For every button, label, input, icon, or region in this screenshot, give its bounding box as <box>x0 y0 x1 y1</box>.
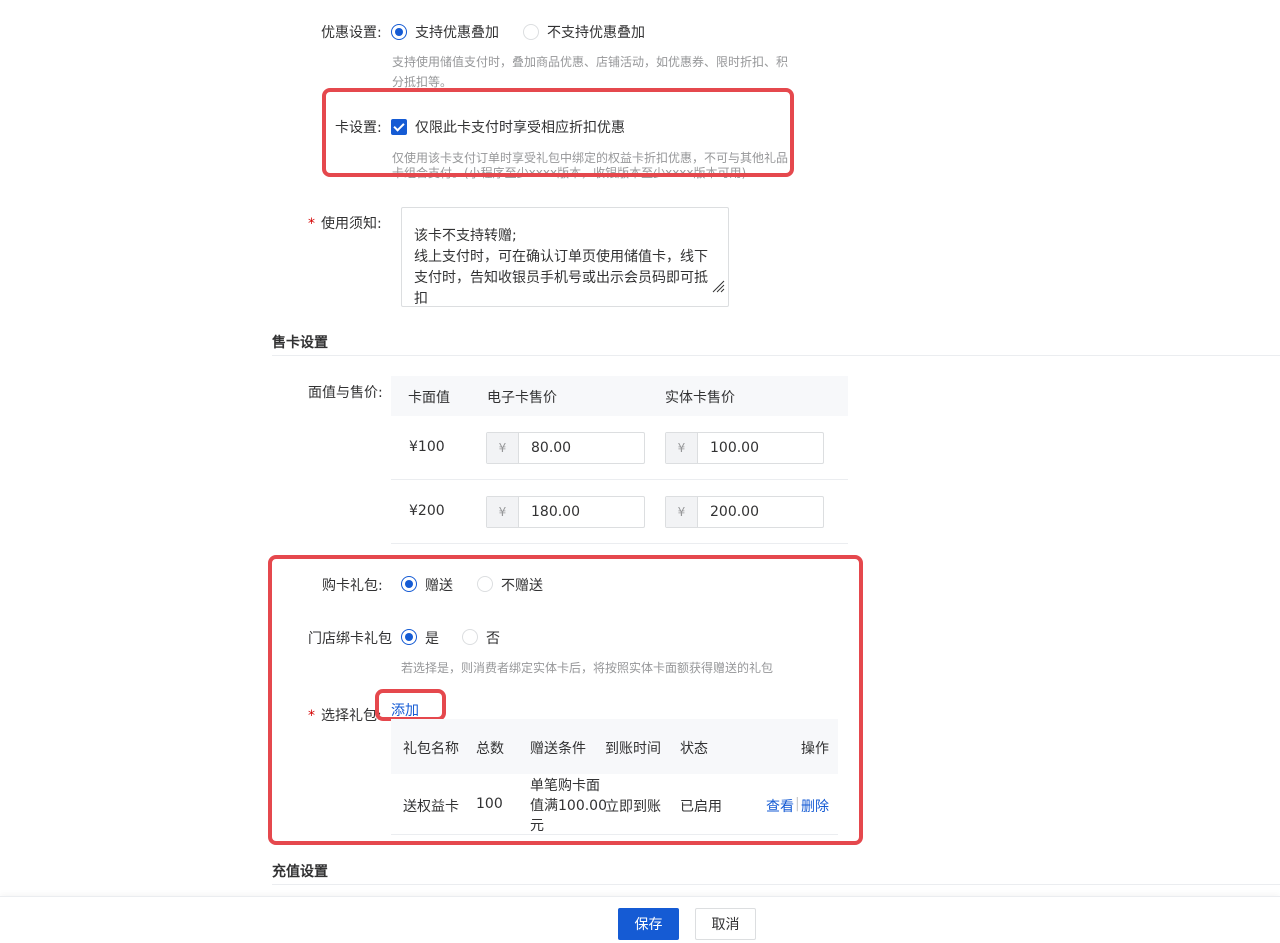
recharge-section-divider <box>272 884 1280 885</box>
currency-prefix: ¥ <box>487 497 519 527</box>
discount-not-support-radio[interactable] <box>523 24 539 40</box>
notice-label: * 使用须知: <box>308 216 382 232</box>
cancel-button[interactable]: 取消 <box>695 908 756 940</box>
price-row-face: ¥200 <box>409 503 445 519</box>
price-table-header <box>391 376 848 416</box>
sale-section-divider <box>272 355 1280 356</box>
e-price-input[interactable]: ¥ 80.00 <box>486 432 645 464</box>
discount-support-radio[interactable] <box>391 24 407 40</box>
highlight-box-card-setting <box>322 88 794 177</box>
currency-prefix: ¥ <box>666 497 698 527</box>
currency-prefix: ¥ <box>487 433 519 463</box>
row-divider <box>391 479 848 480</box>
row-divider <box>391 543 848 544</box>
notice-textarea[interactable]: 该卡不支持转赠; 线上支付时，可在确认订单页使用储值卡，线下支付时，告知收银员手… <box>401 207 729 307</box>
save-button[interactable]: 保存 <box>618 908 679 940</box>
price-col-face: 卡面值 <box>408 390 450 406</box>
price-row-face: ¥100 <box>409 439 445 455</box>
discount-label: 优惠设置: <box>321 25 382 41</box>
physical-price-input[interactable]: ¥ 200.00 <box>665 496 824 528</box>
footer-bar: 保存 取消 <box>0 896 1280 943</box>
recharge-section-title: 充值设置 <box>272 864 328 880</box>
sale-section-title: 售卡设置 <box>272 335 328 351</box>
price-col-physical: 实体卡售价 <box>665 390 735 406</box>
discount-support-label[interactable]: 支持优惠叠加 <box>415 22 499 42</box>
price-label: 面值与售价: <box>308 385 383 401</box>
highlight-box-gift <box>268 555 863 845</box>
currency-prefix: ¥ <box>666 433 698 463</box>
physical-price-input[interactable]: ¥ 100.00 <box>665 432 824 464</box>
resize-handle-icon[interactable] <box>711 279 725 293</box>
discount-not-support-label[interactable]: 不支持优惠叠加 <box>547 22 645 42</box>
price-col-e-card: 电子卡售价 <box>487 390 557 406</box>
e-price-input[interactable]: ¥ 180.00 <box>486 496 645 528</box>
discount-help: 支持使用储值支付时，叠加商品优惠、店铺活动，如优惠券、限时折扣、积 分抵扣等。 <box>392 55 789 89</box>
